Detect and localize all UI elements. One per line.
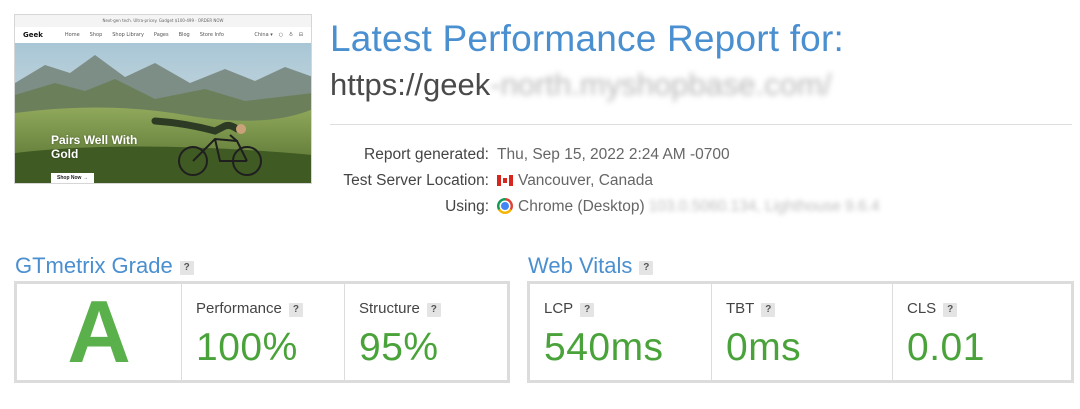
thumbnail-hero-heading: Pairs Well With Gold (51, 133, 137, 161)
tbt-label: TBT? (726, 300, 776, 317)
thumbnail-hero-image (15, 43, 311, 183)
performance-help-icon[interactable]: ? (288, 303, 303, 317)
thumbnail-region-selector: China ▾ (254, 32, 273, 38)
thumbnail-search-icon: ○ (278, 32, 284, 38)
chrome-icon (497, 198, 513, 214)
server-location-value: Vancouver, Canada (497, 171, 653, 191)
hero-heading-line: Gold (51, 147, 79, 161)
header-divider (330, 124, 1072, 125)
thumbnail-account-icon: ♁ (289, 32, 293, 38)
lcp-label: LCP? (544, 300, 595, 317)
thumbnail-nav-item: Store Info (199, 32, 224, 38)
grade-letter: A (67, 282, 131, 381)
gtmetrix-grade-panel: A Performance? 100% Structure? 95% (14, 281, 510, 383)
report-title: Latest Performance Report for: (330, 18, 844, 59)
performance-cell: Performance? 100% (181, 284, 344, 380)
using-label: Using: (445, 198, 489, 215)
gtmetrix-grade-heading: GTmetrix Grade? (15, 253, 194, 279)
cls-cell: CLS? 0.01 (892, 284, 1071, 380)
tbt-label-text: TBT (726, 300, 755, 317)
hero-landscape-illustration (15, 43, 311, 183)
cls-help-icon[interactable]: ? (943, 303, 958, 317)
lcp-cell: LCP? 540ms (530, 284, 711, 380)
cls-label-text: CLS (907, 300, 937, 317)
site-screenshot-thumbnail[interactable]: Next-gen tech. Ultra-pricey. Gadget $100… (14, 14, 312, 184)
web-vitals-title: Web Vitals (528, 253, 633, 278)
performance-label: Performance? (196, 300, 303, 317)
report-generated-label: Report generated: (364, 146, 489, 163)
web-vitals-help-icon[interactable]: ? (639, 261, 654, 275)
thumbnail-nav-item: Blog (178, 32, 190, 38)
cls-value: 0.01 (907, 326, 985, 369)
tbt-help-icon[interactable]: ? (761, 303, 776, 317)
structure-cell: Structure? 95% (344, 284, 507, 380)
report-generated-value: Thu, Sep 15, 2022 2:24 AM -0700 (497, 146, 730, 163)
thumbnail-nav-item: Shop Library (112, 32, 144, 38)
performance-label-text: Performance (196, 300, 282, 317)
structure-label: Structure? (359, 300, 441, 317)
browser-text: Chrome (Desktop) (518, 198, 645, 215)
lcp-label-text: LCP (544, 300, 574, 317)
grade-cell: A (17, 284, 181, 380)
web-vitals-panel: LCP? 540ms TBT? 0ms CLS? 0.01 (527, 281, 1074, 383)
lcp-value: 540ms (544, 326, 664, 369)
thumbnail-nav-item: Shop (89, 32, 103, 38)
structure-score: 95% (359, 326, 439, 369)
cls-label: CLS? (907, 300, 958, 317)
thumbnail-cart-icon: ⊟ (298, 32, 303, 38)
browser-value: Chrome (Desktop) 103.0.5060.134, Lighthou… (497, 197, 880, 217)
hero-heading-line: Pairs Well With (51, 133, 138, 147)
tbt-cell: TBT? 0ms (711, 284, 892, 380)
structure-label-text: Structure (359, 300, 420, 317)
gtmetrix-grade-help-icon[interactable]: ? (179, 261, 194, 275)
performance-score: 100% (196, 326, 298, 369)
thumbnail-logo: Geek (23, 31, 43, 39)
report-url-obscured: -north.myshopbase.com/ (490, 67, 832, 102)
thumbnail-nav-item: Pages (153, 32, 169, 38)
lcp-help-icon[interactable]: ? (580, 303, 595, 317)
canada-flag-icon (497, 175, 513, 186)
web-vitals-heading: Web Vitals? (528, 253, 654, 279)
server-location-label: Test Server Location: (343, 172, 489, 189)
thumbnail-shop-now-button: Shop Now → (51, 173, 94, 183)
thumbnail-nav-icons: China ▾ ○ ♁ ⊟ (254, 32, 303, 38)
thumbnail-nav-item: Home (64, 32, 80, 38)
thumbnail-announcement-bar: Next-gen tech. Ultra-pricey. Gadget $100… (15, 15, 311, 27)
browser-version-obscured: 103.0.5060.134, Lighthouse 9.6.4 (648, 198, 880, 215)
thumbnail-nav: Geek Home Shop Shop Library Pages Blog S… (15, 27, 311, 43)
tbt-value: 0ms (726, 326, 802, 369)
report-url-visible: https://geek (330, 67, 491, 102)
report-url[interactable]: https://geek-north.myshopbase.com/ (330, 67, 831, 103)
gtmetrix-grade-title: GTmetrix Grade (15, 253, 173, 278)
structure-help-icon[interactable]: ? (426, 303, 441, 317)
server-location-text: Vancouver, Canada (518, 172, 654, 189)
